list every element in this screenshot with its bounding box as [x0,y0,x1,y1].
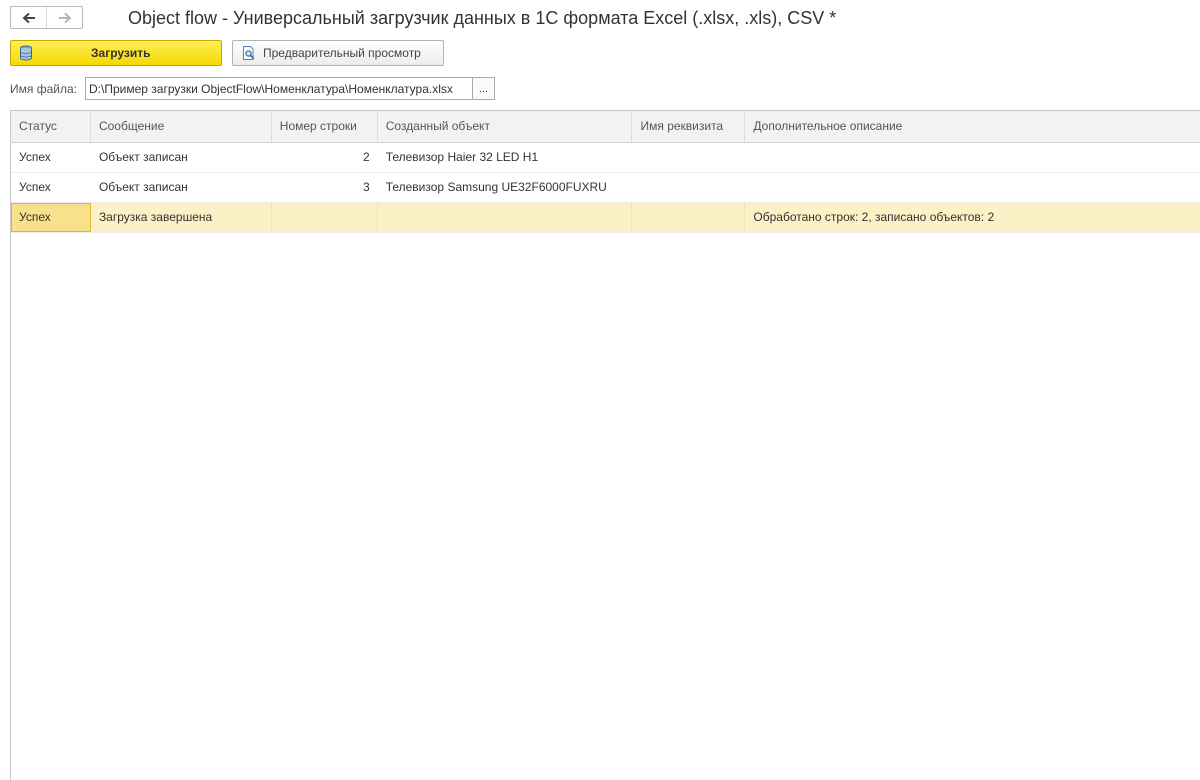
cell-created-object: Телевизор Haier 32 LED H1 [385,150,539,164]
cell-attribute-name [632,173,745,202]
cell-status: Успех [11,203,91,232]
cell-row-number [272,203,378,232]
file-name-input[interactable] [85,77,473,100]
table-header: Статус Сообщение Номер строки Созданный … [11,111,1200,143]
preview-button-label: Предварительный просмотр [263,46,421,60]
browse-button[interactable]: ... [473,77,495,100]
app-window: Object flow - Универсальный загрузчик да… [0,0,1200,780]
forward-button[interactable] [46,7,82,28]
column-header-attribute-name[interactable]: Имя реквизита [632,111,746,142]
arrow-right-icon [58,12,71,23]
column-header-message[interactable]: Сообщение [91,111,272,142]
cell-attribute-name [632,203,746,232]
cell-status: Успех [19,180,51,194]
cell-description [745,143,1200,172]
table-row[interactable]: Успех Объект записан 3 Телевизор Samsung… [11,173,1200,203]
cell-message: Объект записан [98,150,188,164]
column-header-description[interactable]: Дополнительное описание [745,111,1200,142]
cell-created-object: Телевизор Samsung UE32F6000FUXRU [385,180,607,194]
cell-attribute-name [632,143,745,172]
column-header-status[interactable]: Статус [11,111,91,142]
column-header-row-number[interactable]: Номер строки [272,111,378,142]
window-title: Object flow - Универсальный загрузчик да… [128,8,837,28]
load-button[interactable]: Загрузить [10,40,222,66]
arrow-left-icon [22,12,35,23]
cell-description: Обработано строк: 2, записано объектов: … [753,210,995,224]
cell-created-object [378,203,633,232]
navigation-buttons [10,6,83,29]
file-name-label: Имя файла: [10,82,77,96]
results-table: Статус Сообщение Номер строки Созданный … [10,110,1200,780]
cell-message: Объект записан [98,180,188,194]
load-button-label: Загрузить [91,46,151,60]
cell-status: Успех [19,150,51,164]
cell-message: Загрузка завершена [91,203,272,232]
back-button[interactable] [11,7,46,28]
database-icon [20,45,32,61]
table-row[interactable]: Успех Объект записан 2 Телевизор Haier 3… [11,143,1200,173]
cell-description [745,173,1200,202]
cell-row-number: 3 [363,180,370,194]
preview-button[interactable]: Предварительный просмотр [232,40,444,66]
table-row-selected[interactable]: Успех Загрузка завершена Обработано стро… [11,203,1200,233]
column-header-created-object[interactable]: Созданный объект [378,111,633,142]
document-magnifier-icon [243,46,255,60]
cell-row-number: 2 [363,150,370,164]
